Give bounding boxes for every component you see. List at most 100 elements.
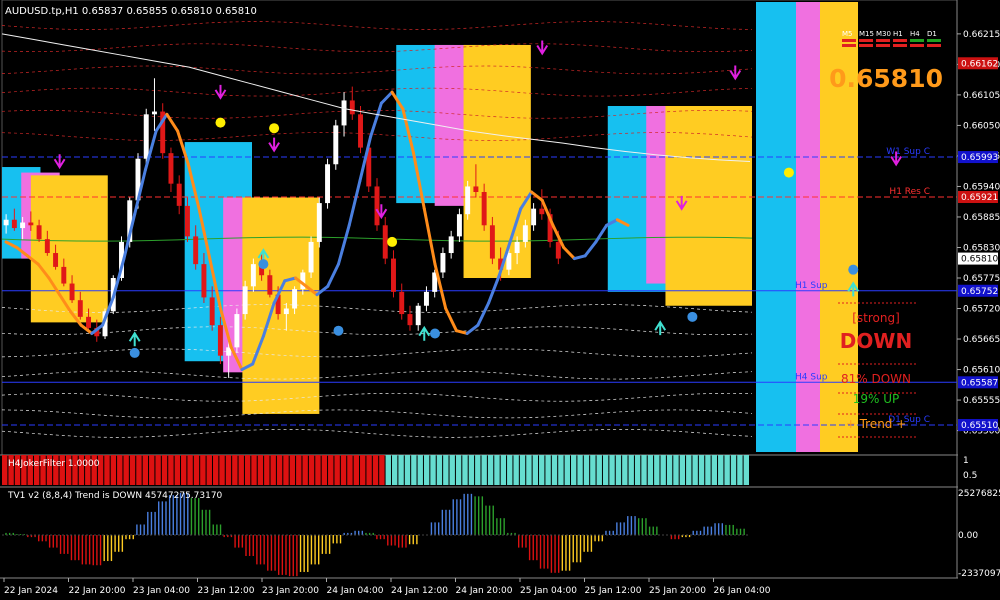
tf-bar-D1 <box>927 39 941 42</box>
filter-bar <box>551 455 558 485</box>
candle-body-4 <box>36 225 42 240</box>
panel-direction: DOWN <box>840 329 912 353</box>
filter-bar <box>430 455 436 485</box>
smooth-seg-44 <box>465 323 480 335</box>
filter-bar <box>302 455 308 485</box>
zone-box-8 <box>463 44 531 278</box>
envelope-line-11 <box>1 409 753 419</box>
price-tick-label: 0.65665 <box>963 335 1000 345</box>
price-tick-label: 0.65555 <box>963 396 1000 406</box>
filter-bar <box>609 455 615 485</box>
filter-bar <box>724 455 730 485</box>
level-label-0: W1 Sup C <box>886 147 930 157</box>
candle-body-39 <box>325 164 331 204</box>
filter-bar <box>443 455 449 485</box>
price-tag-2: 0.65921 <box>961 193 998 203</box>
filter-bar <box>468 455 475 485</box>
time-tick-label: 24 Jan 04:00 <box>327 586 384 596</box>
filter-bar <box>321 455 328 485</box>
filter-bar <box>257 455 264 485</box>
price-axis: 0.662150.661600.661050.660500.659950.659… <box>957 30 1000 437</box>
candle-body-37 <box>308 241 314 273</box>
filter-bar <box>423 455 430 485</box>
price-tick-label: 0.65610 <box>963 366 1000 376</box>
filter-bar <box>692 455 698 485</box>
envelope-line-9 <box>1 370 753 380</box>
filter-bar <box>737 455 743 485</box>
blue-dot-icon <box>129 347 140 358</box>
candle-body-30 <box>250 264 256 287</box>
candle-body-67 <box>555 241 561 259</box>
tf-bar2-H4 <box>910 44 924 47</box>
down-arrow-icon <box>53 154 66 170</box>
filter-bar <box>411 455 417 485</box>
candle-body-63 <box>522 225 528 242</box>
smooth-seg-32 <box>336 223 351 266</box>
filter-bar <box>117 455 123 485</box>
candle-body-29 <box>242 286 248 315</box>
tf-bar2-M5 <box>842 44 856 47</box>
time-tick-label: 25 Jan 20:00 <box>649 586 706 596</box>
filter-bar <box>206 455 212 485</box>
price-tick-label: 0.65940 <box>963 182 1000 192</box>
blue-dot-icon <box>333 325 344 336</box>
timeframe-M5: M5 <box>842 30 853 38</box>
osc-tick-label: 25276825 <box>958 489 1000 499</box>
filter-bar <box>315 455 321 485</box>
level-label-1: H1 Res C <box>889 187 930 197</box>
filter-bar <box>334 455 340 485</box>
filter-bar <box>698 455 705 485</box>
smooth-seg-16 <box>165 112 180 133</box>
filter-bar <box>372 455 379 485</box>
filter-bar <box>244 455 251 485</box>
up-arrow-icon <box>128 331 141 347</box>
price-tick-label: 0.66215 <box>963 30 1000 40</box>
filter-bar <box>212 455 219 485</box>
timeframe-M30: M30 <box>876 30 891 38</box>
filter-bar <box>590 455 596 485</box>
filter-bar <box>462 455 468 485</box>
filter-bar <box>129 455 136 485</box>
envelope-line-0 <box>1 21 753 30</box>
filter-bar <box>353 455 360 485</box>
filter-bar <box>570 455 577 485</box>
candle-body-8 <box>69 283 75 301</box>
filter-bar <box>391 455 398 485</box>
band-pink <box>796 2 820 452</box>
filter-bar <box>686 455 692 485</box>
candle-body-54 <box>448 236 454 254</box>
filter-bar <box>519 455 526 485</box>
filter-bar <box>711 455 718 485</box>
filter-bar <box>104 455 110 485</box>
filter-bar <box>436 455 443 485</box>
filter-bar <box>526 455 532 485</box>
chart-canvas[interactable]: W1 Sup CH1 Res CH1 SupH4 SupD1 Sup C 0.6… <box>0 0 1000 600</box>
down-arrow-icon <box>214 84 227 100</box>
filter-bar <box>193 455 200 485</box>
panel-trend: + Trend + <box>846 417 907 431</box>
filter-bar <box>532 455 539 485</box>
candle-body-56 <box>465 186 471 215</box>
blue-dot-icon <box>258 259 269 270</box>
trading-chart-window: W1 Sup C H1 Res C H1 Sup H4 Sup D1 Sup C 0.6… <box>0 0 1000 600</box>
filter-bar <box>673 455 679 485</box>
filter-bar <box>602 455 609 485</box>
up-arrow-icon <box>654 320 667 336</box>
candle-body-7 <box>61 266 67 284</box>
filter-bar <box>641 455 647 485</box>
filter-bar <box>366 455 372 485</box>
blue-dot-icon <box>429 328 440 339</box>
candle-body-45 <box>374 186 380 226</box>
smooth-seg-33 <box>347 179 362 227</box>
envelope-line-1 <box>1 43 753 53</box>
down-arrow-icon <box>536 40 549 56</box>
tf-bar2-M30 <box>876 44 890 47</box>
filter-bar <box>283 455 289 485</box>
filter-bar <box>628 455 634 485</box>
blue-dot-icon <box>687 311 698 322</box>
candle-body-24 <box>201 264 207 298</box>
candle-body-18 <box>152 111 157 115</box>
filter-bar <box>417 455 423 485</box>
down-arrow-icon <box>729 65 742 81</box>
candle-body-2 <box>20 222 26 229</box>
